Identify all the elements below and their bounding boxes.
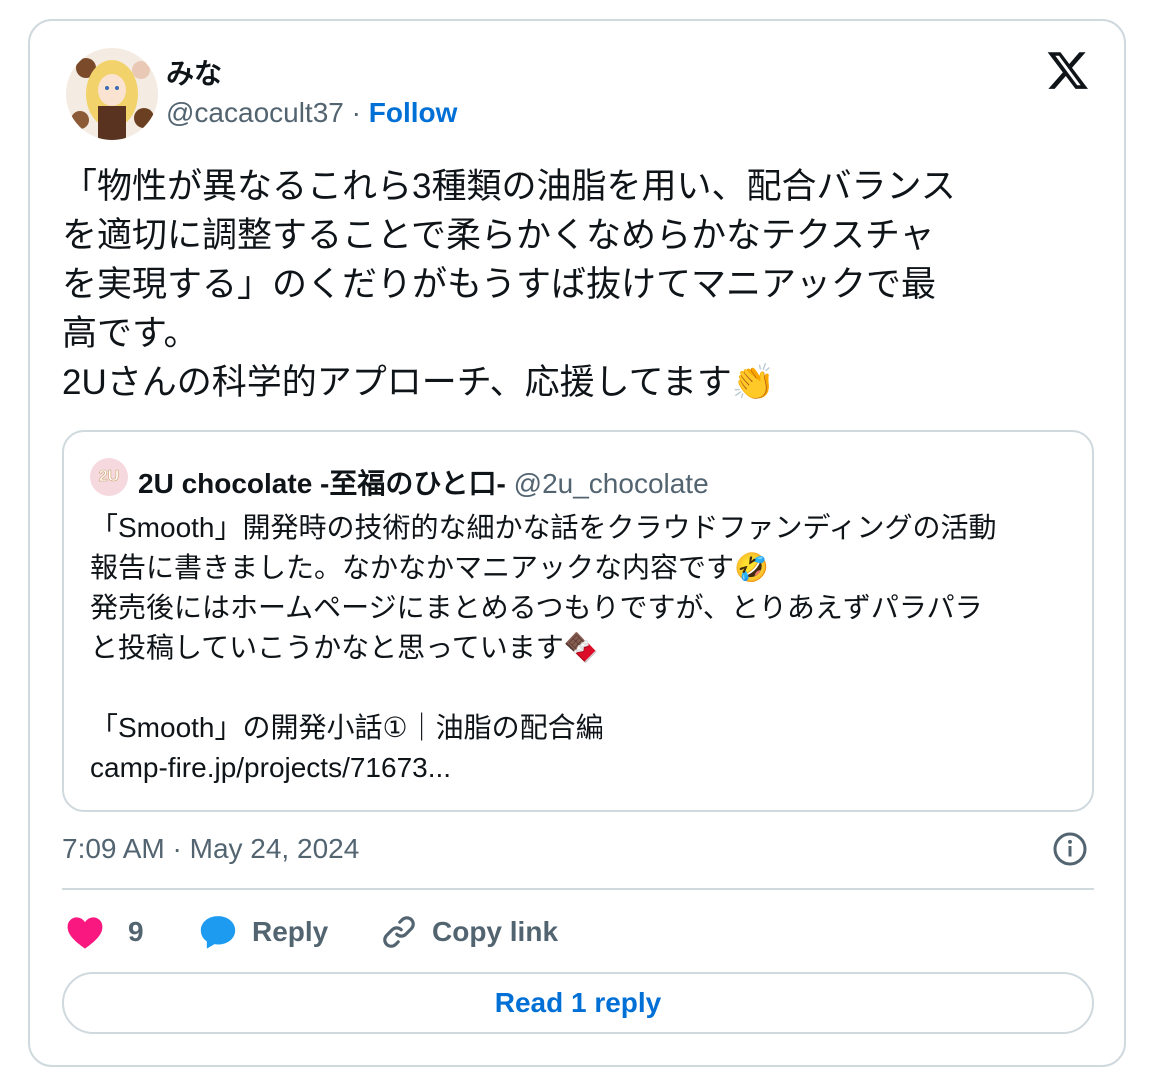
read-reply-button[interactable]: Read 1 reply	[62, 972, 1094, 1034]
copy-link-button[interactable]: Copy link	[380, 910, 558, 954]
quoted-author-avatar: 2U	[90, 458, 128, 496]
quoted-line-5: 「Smooth」の開発小話①｜油脂の配合編	[90, 712, 604, 743]
speech-bubble-icon	[200, 916, 236, 949]
chocolate-emoji: 🍫	[563, 631, 599, 664]
reply-button[interactable]: Reply	[198, 910, 328, 954]
info-icon[interactable]	[1052, 831, 1088, 867]
divider	[62, 888, 1094, 890]
handle-separator: ·	[343, 97, 369, 128]
author-avatar[interactable]	[66, 48, 158, 140]
quoted-line-2: 報告に書きました。なかなかマニアックな内容です	[90, 552, 735, 583]
like-count: 9	[128, 916, 144, 947]
clapping-hands-emoji: 👏	[731, 363, 776, 403]
author-handle-row: @cacaocult37 · Follow	[166, 97, 457, 129]
heart-icon	[67, 917, 103, 949]
svg-text:2U: 2U	[99, 468, 119, 485]
copy-link-label: Copy link	[432, 916, 559, 947]
x-logo-icon[interactable]	[1046, 48, 1090, 92]
quoted-author-name-row: 2U chocolate -至福のひと口- @2u_chocolate	[138, 462, 709, 502]
author-handle[interactable]: @cacaocult37	[166, 97, 344, 128]
quoted-link[interactable]: camp-fire.jp/projects/71673...	[90, 752, 451, 783]
quoted-tweet[interactable]: 2U 2U chocolate -至福のひと口- @2u_chocolate 「…	[62, 430, 1094, 812]
follow-button[interactable]: Follow	[369, 97, 458, 128]
quoted-author-display-name: 2U chocolate -至福のひと口-	[138, 468, 506, 499]
author-display-name[interactable]: みな	[166, 52, 222, 92]
quoted-line-3: 発売後にはホームページにまとめるつもりですが、とりあえずパラパラ	[90, 592, 983, 623]
quoted-line-1: 「Smooth」開発時の技術的な細かな話をクラウドファンディングの活動	[90, 512, 997, 543]
link-icon	[383, 916, 415, 948]
rofl-emoji: 🤣	[734, 551, 769, 584]
tweet-text: 「物性が異なるこれら3種類の油脂を用い、配合バランス を適切に調整することで柔ら…	[62, 162, 1102, 408]
reply-label: Reply	[252, 916, 329, 947]
quoted-author-handle: @2u_chocolate	[513, 468, 709, 499]
tweet-body: 「物性が異なるこれら3種類の油脂を用い、配合バランス を適切に調整することで柔ら…	[62, 167, 956, 402]
tweet-timestamp[interactable]: 7:09 AM · May 24, 2024	[62, 833, 359, 865]
like-button[interactable]: 9	[66, 910, 144, 954]
quoted-tweet-text: 「Smooth」開発時の技術的な細かな話をクラウドファンディングの活動 報告に書…	[90, 508, 1080, 788]
quoted-line-4: と投稿していこうかなと思っています	[90, 632, 564, 663]
